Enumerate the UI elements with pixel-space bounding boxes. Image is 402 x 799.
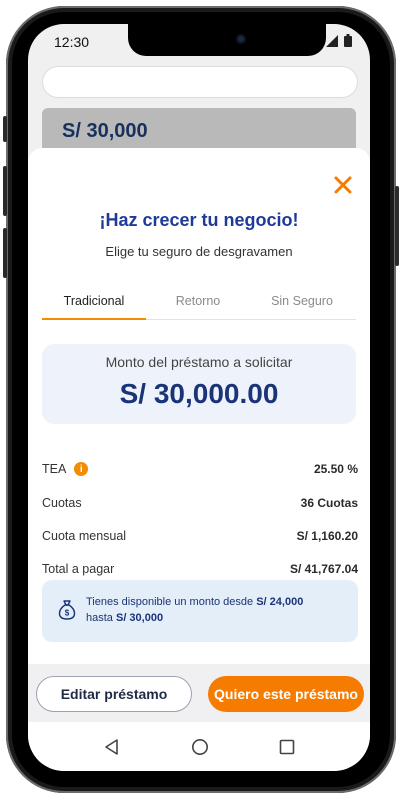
loan-amount-value: S/ 30,000.00 — [119, 378, 279, 409]
detail-label: TEA — [42, 462, 67, 476]
background-amount: S/ 30,000 — [62, 120, 148, 142]
url-bar[interactable] — [42, 66, 358, 98]
close-icon[interactable] — [332, 174, 354, 196]
detail-value: 25.50 % — [313, 462, 358, 476]
detail-value: S/ 41,767.04 — [289, 562, 358, 576]
available-amount-notice: $ Tienes disponible un monto desde S/ 24… — [42, 580, 358, 642]
detail-label: Cuota mensual — [42, 529, 127, 543]
edit-loan-button[interactable]: Editar préstamo — [36, 676, 192, 712]
screen: 12:30 S/ 30,000 ¡Haz crecer tu negocio! … — [28, 24, 370, 771]
insurance-tabs: Tradicional Retorno Sin Seguro — [42, 288, 356, 320]
notice-min-amount: S/ 24,000 — [256, 596, 304, 608]
detail-row-cuotas: Cuotas 36 Cuotas — [42, 496, 358, 510]
volume-up-button — [3, 166, 7, 216]
info-icon[interactable]: i — [74, 462, 89, 476]
tab-tradicional[interactable]: Tradicional — [42, 288, 146, 320]
modal-subtitle: Elige tu seguro de desgravamen — [105, 244, 293, 259]
notice-middle: hasta — [86, 612, 113, 624]
tab-sin-seguro[interactable]: Sin Seguro — [250, 288, 354, 319]
mute-switch — [3, 116, 7, 142]
detail-row-total: Total a pagar S/ 41,767.04 — [42, 562, 358, 576]
detail-label: Total a pagar — [42, 562, 115, 576]
action-footer: Editar préstamo Quiero este préstamo — [28, 664, 370, 722]
detail-value: S/ 1,160.20 — [296, 529, 358, 543]
detail-value: 36 Cuotas — [300, 496, 358, 510]
camera-icon — [236, 34, 246, 44]
volume-down-button — [3, 228, 7, 278]
detail-label: Cuotas — [42, 496, 82, 510]
notice-prefix: Tienes disponible un monto desde — [86, 596, 254, 608]
power-button — [395, 186, 399, 266]
confirm-loan-button[interactable]: Quiero este préstamo — [208, 676, 364, 712]
money-bag-icon: $ — [58, 600, 76, 620]
detail-row-cuota-mensual: Cuota mensual S/ 1,160.20 — [42, 529, 358, 543]
loan-amount-label: Monto del préstamo a solicitar — [105, 354, 293, 370]
status-time: 12:30 — [54, 34, 90, 50]
notice-max-amount: S/ 30,000 — [115, 612, 164, 624]
tab-retorno[interactable]: Retorno — [146, 288, 250, 319]
detail-row-tea: TEA i 25.50 % — [42, 462, 358, 476]
back-icon[interactable] — [103, 738, 121, 756]
notice-text: Tienes disponible un monto desde S/ 24,0… — [86, 594, 346, 626]
signal-icon — [326, 34, 338, 47]
system-nav-bar — [28, 722, 370, 771]
notch — [128, 24, 326, 56]
home-icon[interactable] — [191, 738, 209, 756]
modal-title: ¡Haz crecer tu negocio! — [99, 210, 299, 230]
loan-amount-box: Monto del préstamo a solicitar S/ 30,000… — [42, 344, 356, 424]
svg-text:$: $ — [65, 609, 70, 618]
battery-icon — [344, 34, 352, 47]
recents-icon[interactable] — [279, 739, 295, 755]
